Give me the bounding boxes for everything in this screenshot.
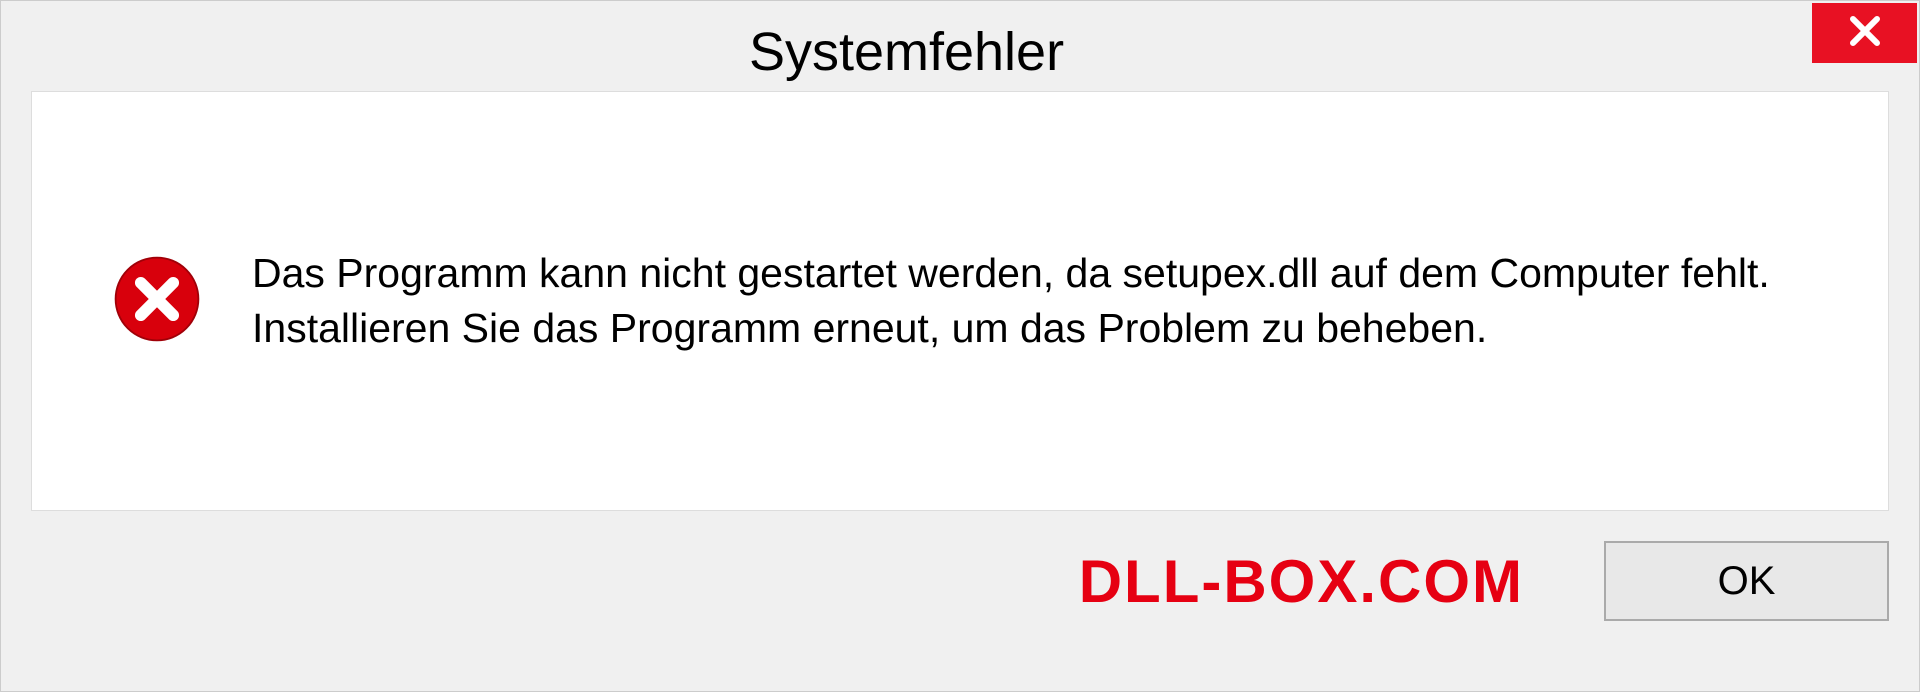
titlebar: Systemfehler (1, 1, 1919, 91)
close-icon (1847, 13, 1883, 54)
watermark-text: DLL-BOX.COM (1079, 547, 1524, 616)
error-message: Das Programm kann nicht gestartet werden… (252, 246, 1808, 357)
dialog-title: Systemfehler (1, 16, 1812, 83)
content-area: Das Programm kann nicht gestartet werden… (31, 91, 1889, 511)
footer: DLL-BOX.COM OK (1, 511, 1919, 621)
ok-button-label: OK (1718, 559, 1776, 604)
error-icon (112, 254, 202, 349)
error-dialog: Systemfehler Das Programm kann nicht ges… (0, 0, 1920, 692)
ok-button[interactable]: OK (1604, 541, 1889, 621)
close-button[interactable] (1812, 3, 1917, 63)
